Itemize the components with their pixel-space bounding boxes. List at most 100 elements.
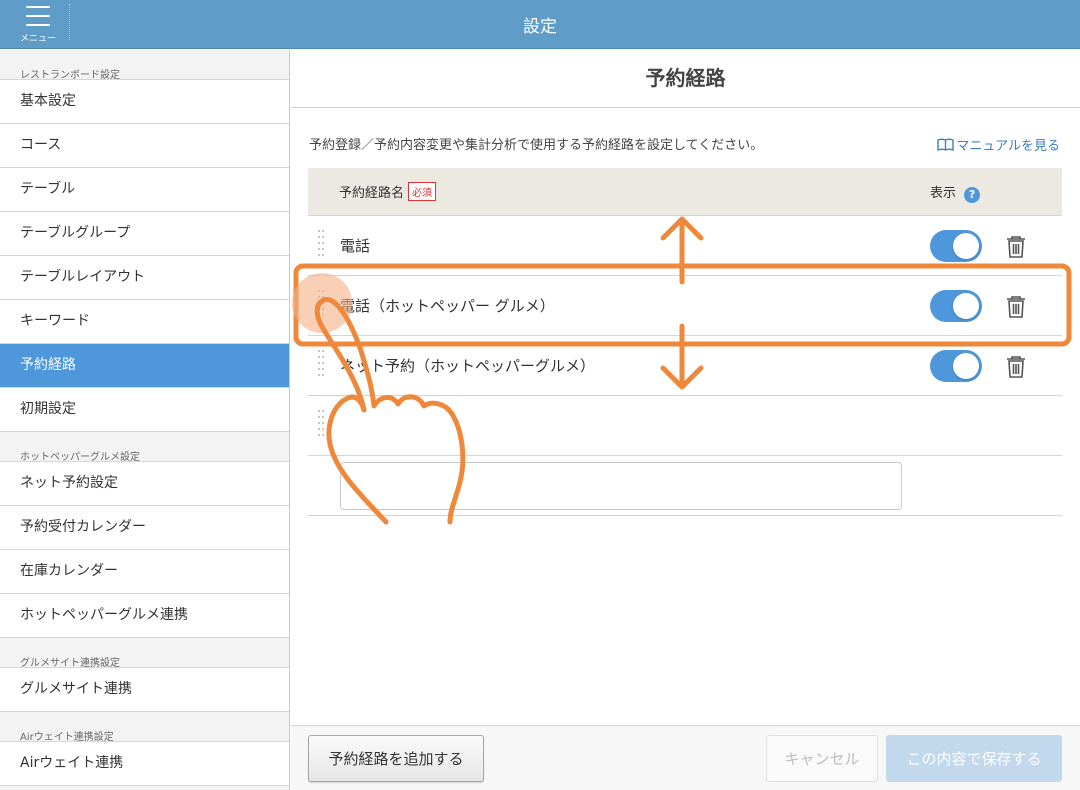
drag-dot (322, 428, 324, 430)
sidebar-item-keyword[interactable]: キーワード (0, 300, 289, 344)
drag-dot (322, 290, 324, 292)
drag-dot (318, 410, 320, 412)
sidebar-item-reservation-route[interactable]: 予約経路 (0, 344, 289, 388)
drag-dot (322, 254, 324, 256)
drag-dot (322, 248, 324, 250)
sidebar-section-title: レストランボード設定 (0, 50, 289, 81)
drag-dot (322, 362, 324, 364)
manual-link[interactable]: マニュアルを見る (937, 135, 1060, 154)
drag-dot (318, 242, 320, 244)
save-button[interactable]: この内容で保存する (886, 735, 1062, 782)
sidebar-item-table-group[interactable]: テーブルグループ (0, 212, 289, 256)
drag-dot (322, 434, 324, 436)
table-row: ネット予約（ホットペッパーグルメ） (308, 336, 1062, 396)
table-row: 電話（ホットペッパー グルメ） (308, 276, 1062, 336)
drag-dot (322, 236, 324, 238)
display-toggle[interactable] (930, 350, 982, 382)
sidebar-item-reception-calendar[interactable]: 予約受付カレンダー (0, 506, 289, 550)
sidebar-item-gourmet-link[interactable]: グルメサイト連携 (0, 668, 289, 712)
footer-bar: 予約経路を追加する キャンセル この内容で保存する (291, 725, 1080, 790)
toggle-knob (953, 353, 979, 379)
drag-dot (322, 308, 324, 310)
column-header-show: 表示? (930, 182, 981, 203)
sidebar-section-title: ホットペッパーグルメ設定 (0, 432, 289, 463)
page-title: 予約経路 (291, 50, 1080, 108)
add-route-button[interactable]: 予約経路を追加する (308, 735, 484, 782)
drag-dot (318, 368, 320, 370)
toggle-knob (953, 293, 979, 319)
drag-handle-icon[interactable] (318, 290, 326, 320)
drag-dot (318, 416, 320, 418)
drag-dot (322, 368, 324, 370)
drag-dot (318, 374, 320, 376)
drag-dot (322, 356, 324, 358)
drag-dot (322, 350, 324, 352)
top-bar: メニュー 設定 (0, 0, 1080, 49)
drag-dot (322, 410, 324, 412)
sidebar-item-airwait-link[interactable]: Airウェイト連携 (0, 742, 289, 786)
cancel-button[interactable]: キャンセル (766, 735, 878, 782)
drag-dot (318, 290, 320, 292)
column-header-name: 予約経路名 必須 (339, 182, 437, 201)
sidebar-item-initial[interactable]: 初期設定 (0, 388, 289, 432)
sidebar-item-hotpepper-link[interactable]: ホットペッパーグルメ連携 (0, 594, 289, 638)
sidebar-section-title: Airウェイト連携設定 (0, 712, 289, 743)
sidebar-item-table[interactable]: テーブル (0, 168, 289, 212)
sidebar-item-net-reservation[interactable]: ネット予約設定 (0, 462, 289, 506)
drag-dot (318, 254, 320, 256)
trash-icon[interactable] (1005, 355, 1027, 379)
drag-dot (322, 296, 324, 298)
column-name-label: 予約経路名 (339, 186, 405, 201)
trash-icon[interactable] (1005, 295, 1027, 319)
drag-handle-icon[interactable] (318, 230, 326, 260)
route-table: 予約経路名 必須 表示? 電話 電話（ホットペッパー グルメ） ネット予約（ホット… (308, 168, 1062, 516)
display-toggle[interactable] (930, 230, 982, 262)
drag-dot (318, 428, 320, 430)
table-row: 電話 (308, 216, 1062, 276)
drag-dot (318, 350, 320, 352)
drag-handle-icon[interactable] (318, 410, 326, 440)
sidebar-item-basic[interactable]: 基本設定 (0, 80, 289, 124)
drag-dot (322, 230, 324, 232)
required-badge: 必須 (408, 182, 437, 201)
sidebar-item-stock-calendar[interactable]: 在庫カレンダー (0, 550, 289, 594)
drag-dot (318, 314, 320, 316)
drag-dot (322, 416, 324, 418)
manual-link-label: マニュアルを見る (956, 139, 1060, 154)
drag-dot (318, 422, 320, 424)
sidebar: レストランボード設定 基本設定 コース テーブル テーブルグループ テーブルレイ… (0, 50, 290, 790)
help-icon[interactable]: ? (964, 187, 981, 203)
drag-dot (318, 230, 320, 232)
table-header: 予約経路名 必須 表示? (308, 168, 1062, 216)
drag-dot (318, 296, 320, 298)
drag-dot (318, 248, 320, 250)
sidebar-section-title: グルメサイト連携設定 (0, 638, 289, 669)
route-name: ネット予約（ホットペッパーグルメ） (340, 357, 596, 375)
book-icon (937, 138, 955, 152)
drag-handle-icon[interactable] (318, 350, 326, 380)
drag-dot (318, 308, 320, 310)
drag-dot (322, 242, 324, 244)
sidebar-item-course[interactable]: コース (0, 124, 289, 168)
new-route-row (308, 456, 1062, 516)
app-title: 設定 (523, 17, 557, 37)
route-name: 電話 (340, 237, 371, 255)
drag-dot (322, 422, 324, 424)
toggle-knob (953, 233, 979, 259)
drag-dot (322, 302, 324, 304)
drag-dot (318, 302, 320, 304)
drag-dot (322, 374, 324, 376)
new-route-input[interactable] (340, 462, 902, 510)
route-name: 電話（ホットペッパー グルメ） (340, 297, 555, 315)
drag-dot (318, 236, 320, 238)
column-show-label: 表示 (930, 186, 957, 201)
display-toggle[interactable] (930, 290, 982, 322)
drag-dot (318, 356, 320, 358)
main-panel: 予約経路 予約登録／予約内容変更や集計分析で使用する予約経路を設定してください。… (291, 50, 1080, 790)
drag-dot (318, 434, 320, 436)
trash-icon[interactable] (1005, 235, 1027, 259)
drag-dot (318, 362, 320, 364)
description: 予約登録／予約内容変更や集計分析で使用する予約経路を設定してください。 (309, 138, 764, 153)
drag-dot (322, 314, 324, 316)
sidebar-item-table-layout[interactable]: テーブルレイアウト (0, 256, 289, 300)
